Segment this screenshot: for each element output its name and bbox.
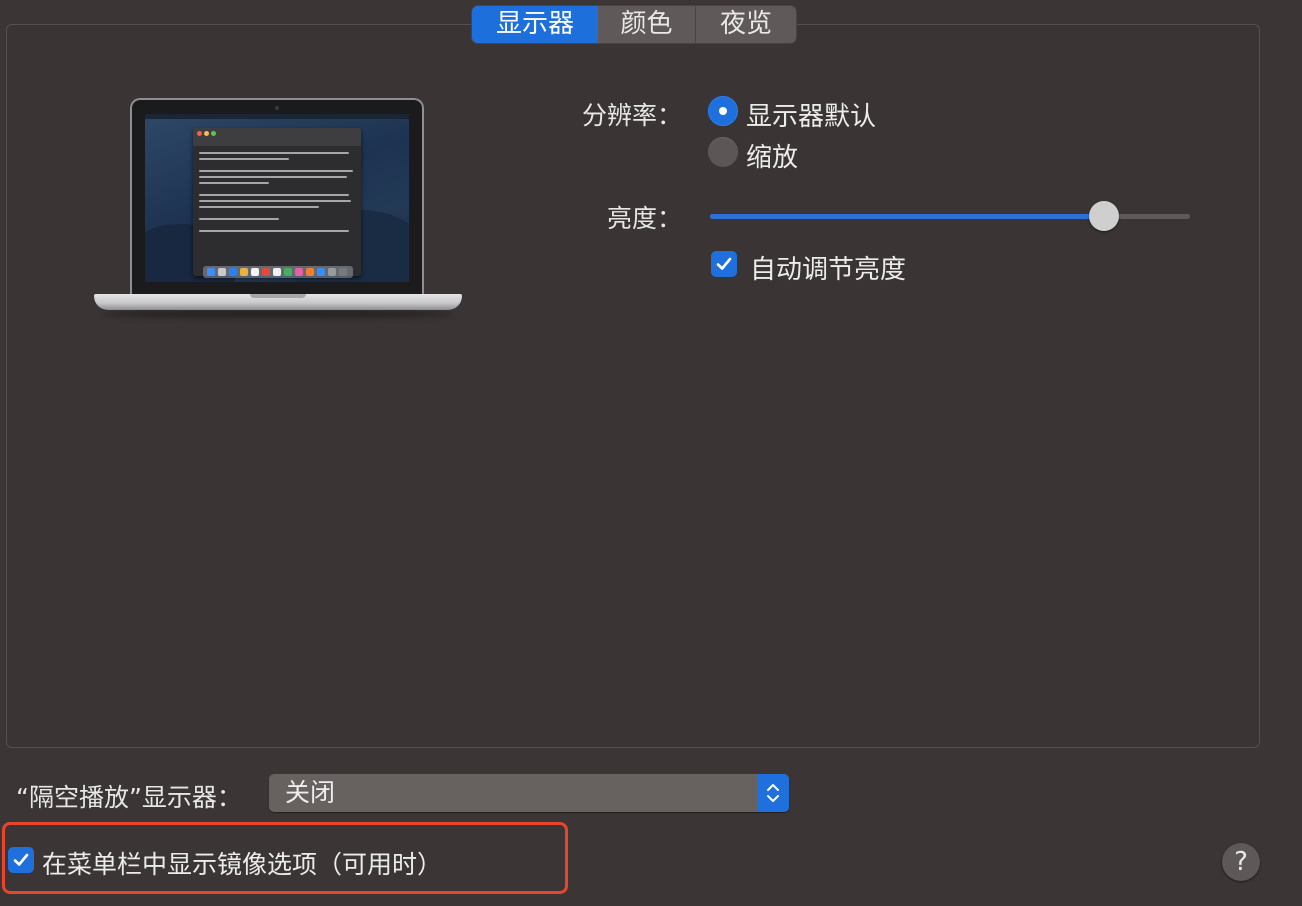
- text-line: [199, 230, 349, 232]
- laptop-lid: [130, 98, 424, 296]
- document-titlebar: [193, 128, 361, 146]
- camera-dot: [275, 106, 279, 110]
- airplay-display-value: 关闭: [285, 778, 336, 807]
- screen-dock: [203, 266, 353, 278]
- text-line: [199, 200, 351, 202]
- resolution-label: 分辨率：: [581, 101, 682, 130]
- checkmark-icon: [716, 257, 732, 270]
- brightness-slider-fill: [710, 214, 1104, 219]
- text-line: [199, 152, 349, 154]
- dock-app-icon: [251, 268, 259, 276]
- tab-color[interactable]: 颜色: [598, 6, 696, 43]
- auto-brightness-checkbox[interactable]: [711, 251, 737, 277]
- chevron-updown-icon[interactable]: [757, 774, 789, 812]
- laptop-display-icon: [92, 98, 464, 322]
- text-line: [199, 218, 279, 220]
- close-dot: [197, 131, 202, 136]
- resolution-scaled-label[interactable]: 缩放: [746, 137, 798, 174]
- dock-app-icon: [262, 268, 270, 276]
- text-line: [199, 170, 353, 172]
- dock-app-icon: [295, 268, 303, 276]
- brightness-slider-knob[interactable]: [1089, 201, 1119, 231]
- annotation-highlight-box: [2, 822, 568, 894]
- laptop-shadow: [102, 310, 454, 318]
- tab-bar: 显示器 颜色 夜览: [472, 6, 796, 43]
- laptop-notch: [250, 294, 306, 298]
- dock-app-icon: [339, 268, 347, 276]
- dock-app-icon: [207, 268, 215, 276]
- tab-night-shift[interactable]: 夜览: [696, 6, 796, 43]
- resolution-scaled-radio[interactable]: [708, 137, 738, 167]
- zoom-dot: [211, 131, 216, 136]
- text-line: [199, 182, 269, 184]
- text-line: [199, 176, 347, 178]
- dock-app-icon: [240, 268, 248, 276]
- laptop-base: [94, 294, 462, 310]
- text-line: [199, 194, 349, 196]
- screen-document-window: [193, 128, 361, 276]
- resolution-default-label[interactable]: 显示器默认: [746, 96, 876, 133]
- dock-app-icon: [317, 268, 325, 276]
- dock-app-icon: [273, 268, 281, 276]
- text-line: [199, 206, 319, 208]
- display-preferences-window: 显示器 颜色 夜览 分辨率： 显示器默认 缩放 亮度： 自动调节亮度 “隔空播放…: [0, 0, 1302, 906]
- tab-display[interactable]: 显示器: [472, 6, 598, 43]
- help-button[interactable]: ?: [1222, 843, 1260, 881]
- dock-app-icon: [218, 268, 226, 276]
- brightness-label: 亮度：: [606, 204, 682, 233]
- screen-menubar: [145, 114, 409, 119]
- minimize-dot: [204, 131, 209, 136]
- airplay-display-label: “隔空播放”显示器：: [16, 783, 242, 812]
- dock-app-icon: [229, 268, 237, 276]
- dock-app-icon: [328, 268, 336, 276]
- resolution-default-radio[interactable]: [708, 96, 738, 126]
- dock-app-icon: [306, 268, 314, 276]
- laptop-screen: [145, 114, 409, 282]
- airplay-display-select[interactable]: 关闭: [269, 774, 789, 812]
- text-line: [199, 158, 289, 160]
- auto-brightness-label[interactable]: 自动调节亮度: [750, 249, 906, 286]
- dock-app-icon: [284, 268, 292, 276]
- brightness-slider[interactable]: [710, 201, 1190, 231]
